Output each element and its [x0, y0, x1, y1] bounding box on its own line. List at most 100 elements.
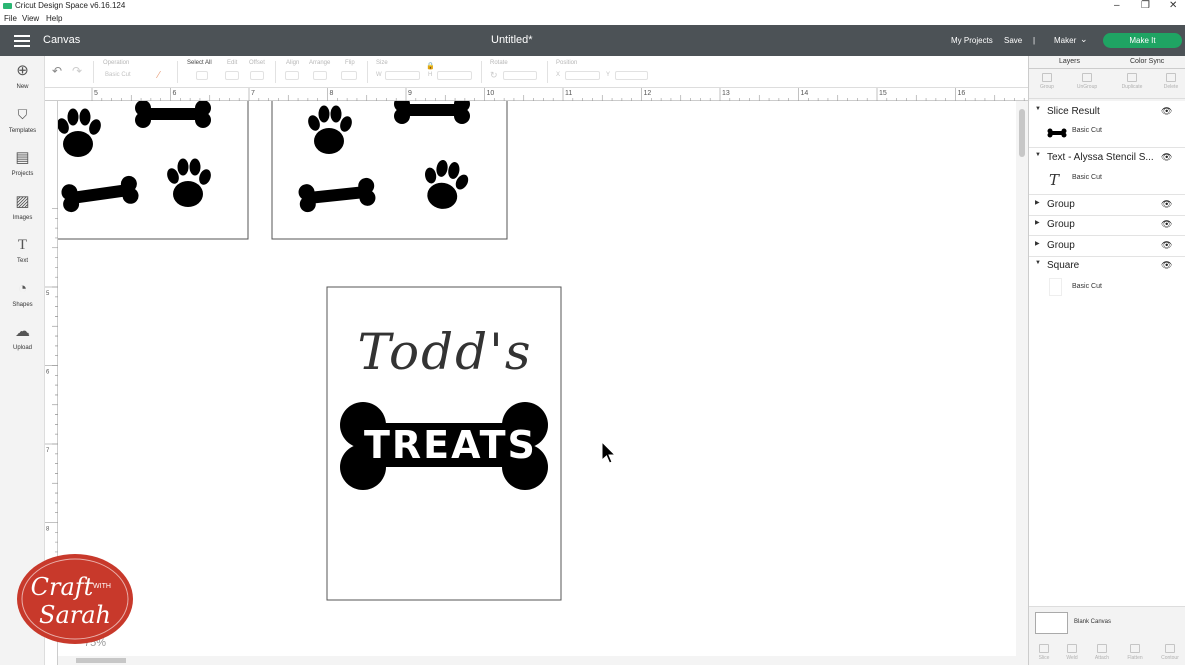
menu-file[interactable]: File — [4, 14, 17, 23]
size-w-label: W — [376, 72, 382, 78]
save-link[interactable]: Save — [1004, 36, 1022, 45]
eye-icon[interactable]: 👁 — [1161, 260, 1172, 271]
eye-icon[interactable]: 👁 — [1161, 199, 1172, 210]
undo-icon[interactable]: ↶ — [52, 64, 62, 78]
layer-sublayer[interactable]: Basic Cut — [1047, 278, 1185, 298]
attach-icon — [1097, 644, 1107, 653]
ruler-label: 13 — [722, 90, 730, 97]
group-button[interactable]: Group — [1032, 73, 1062, 90]
text-thumbnail-icon: T — [1049, 171, 1060, 189]
slice-button[interactable]: Slice — [1029, 644, 1059, 661]
edit-toolbar: ↶ ↷ Operation Basic Cut ⁄ Select All Edi… — [45, 56, 1028, 88]
shapes-icon: ◔ — [17, 280, 28, 297]
layer-name: Text - Alyssa Stencil S... — [1047, 152, 1154, 163]
app-header: Canvas Untitled* My Projects Save | Make… — [0, 25, 1185, 56]
panel-tabs: Layers Color Sync — [1029, 56, 1185, 69]
sidebar-item-projects[interactable]: ▤ Projects — [0, 149, 45, 177]
design-canvas[interactable]: Todd's TREATS — [58, 101, 1016, 665]
eye-icon[interactable]: 👁 — [1161, 219, 1172, 230]
caret-right-icon[interactable]: ▶ — [1035, 240, 1040, 247]
operation-select[interactable]: Basic Cut — [105, 72, 131, 83]
bone-thumbnail-icon — [1047, 128, 1067, 138]
align-icon[interactable] — [285, 71, 299, 80]
hamburger-menu-icon[interactable] — [14, 35, 30, 47]
scroll-thumb[interactable] — [76, 658, 126, 663]
size-h-input[interactable] — [437, 71, 472, 80]
arrange-icon[interactable] — [313, 71, 327, 80]
layers-panel: Layers Color Sync Group UnGroup Duplicat… — [1028, 56, 1185, 665]
ungroup-button[interactable]: UnGroup — [1072, 73, 1102, 90]
horizontal-scrollbar[interactable] — [58, 656, 1016, 665]
caret-down-icon[interactable]: ▼ — [1035, 106, 1041, 112]
sidebar-item-upload[interactable]: ☁ Upload — [0, 323, 45, 351]
lock-icon[interactable]: 🔒 — [426, 62, 435, 70]
restore-button[interactable]: ❐ — [1141, 0, 1150, 11]
script-text[interactable]: Todd's — [345, 323, 545, 381]
make-it-button[interactable]: Make It — [1103, 33, 1182, 48]
sidebar-item-new[interactable]: ⊕ New — [0, 62, 45, 90]
edit-icon[interactable] — [225, 71, 239, 80]
pattern-card-left[interactable] — [58, 101, 249, 240]
svg-text:WITH: WITH — [93, 583, 111, 590]
bone-text[interactable]: TREATS — [364, 423, 535, 467]
duplicate-button[interactable]: Duplicate — [1117, 73, 1147, 90]
menu-help[interactable]: Help — [46, 14, 62, 23]
size-w-input[interactable] — [385, 71, 420, 80]
delete-button[interactable]: Delete — [1156, 73, 1185, 90]
weld-button[interactable]: Weld — [1057, 644, 1087, 661]
sidebar-label: New — [16, 84, 29, 90]
blank-canvas-label: Blank Canvas — [1074, 619, 1112, 625]
contour-button[interactable]: Contour — [1155, 644, 1185, 661]
position-x-input[interactable] — [565, 71, 600, 80]
eye-icon[interactable]: 👁 — [1161, 240, 1172, 251]
vertical-scrollbar[interactable] — [1016, 101, 1028, 665]
sidebar-item-templates[interactable]: ⛉ Templates — [0, 106, 45, 134]
sidebar-item-shapes[interactable]: ◔ Shapes — [0, 280, 45, 308]
layer-tools: Group UnGroup Duplicate Delete — [1029, 69, 1185, 99]
svg-text:Sarah: Sarah — [39, 601, 111, 629]
menu-view[interactable]: View — [22, 14, 39, 23]
tab-layers[interactable]: Layers — [1059, 58, 1080, 65]
caret-right-icon[interactable]: ▶ — [1035, 219, 1040, 226]
tool-label: UnGroup — [1076, 84, 1098, 90]
chevron-down-icon[interactable]: ⌄ — [1080, 34, 1088, 45]
layer-sublayer[interactable]: Basic Cut — [1047, 127, 1185, 141]
blank-canvas-row[interactable]: Blank Canvas — [1029, 606, 1185, 640]
caret-right-icon[interactable]: ▶ — [1035, 199, 1040, 206]
layer-operation: Basic Cut — [1072, 283, 1102, 290]
caret-down-icon[interactable]: ▼ — [1035, 152, 1041, 158]
attach-button[interactable]: Attach — [1087, 644, 1117, 661]
close-button[interactable]: ✕ — [1169, 0, 1177, 11]
plus-circle-icon: ⊕ — [16, 62, 29, 79]
sidebar-item-text[interactable]: T Text — [0, 236, 45, 264]
text-icon: T — [17, 237, 28, 253]
craft-with-sarah-logo: Craft WITH Sarah — [16, 553, 134, 645]
app-icon — [3, 3, 12, 9]
my-projects-link[interactable]: My Projects — [951, 36, 993, 45]
scroll-thumb[interactable] — [1019, 109, 1025, 157]
arrange-label: Arrange — [309, 60, 331, 66]
flatten-button[interactable]: Flatten — [1120, 644, 1150, 661]
position-y-input[interactable] — [615, 71, 648, 80]
sidebar-item-images[interactable]: ▨ Images — [0, 193, 45, 221]
tool-label: Contour — [1161, 655, 1179, 661]
ruler-ticks: 5 6 7 8 9 10 11 12 13 14 15 16 — [91, 88, 1025, 101]
caret-down-icon[interactable]: ▼ — [1035, 260, 1041, 266]
document-title: Untitled* — [491, 34, 533, 46]
eye-icon[interactable]: 👁 — [1161, 152, 1172, 163]
select-all-icon[interactable] — [196, 71, 208, 80]
canvas-color-swatch[interactable] — [1035, 612, 1068, 634]
machine-selector[interactable]: Maker — [1054, 36, 1076, 45]
minimize-button[interactable]: – — [1114, 0, 1120, 11]
ruler-label: 8 — [46, 527, 50, 533]
sidebar-label: Projects — [11, 171, 34, 177]
redo-icon[interactable]: ↷ — [72, 64, 82, 78]
flip-icon[interactable] — [341, 71, 357, 80]
eye-icon[interactable]: 👁 — [1161, 106, 1172, 117]
rotate-input[interactable] — [503, 71, 537, 80]
tool-label: Slice — [1038, 655, 1050, 661]
offset-icon[interactable] — [250, 71, 264, 80]
tab-color-sync[interactable]: Color Sync — [1130, 58, 1164, 65]
layer-sublayer[interactable]: T Basic Cut — [1047, 171, 1185, 189]
pattern-card-right[interactable] — [271, 101, 508, 240]
